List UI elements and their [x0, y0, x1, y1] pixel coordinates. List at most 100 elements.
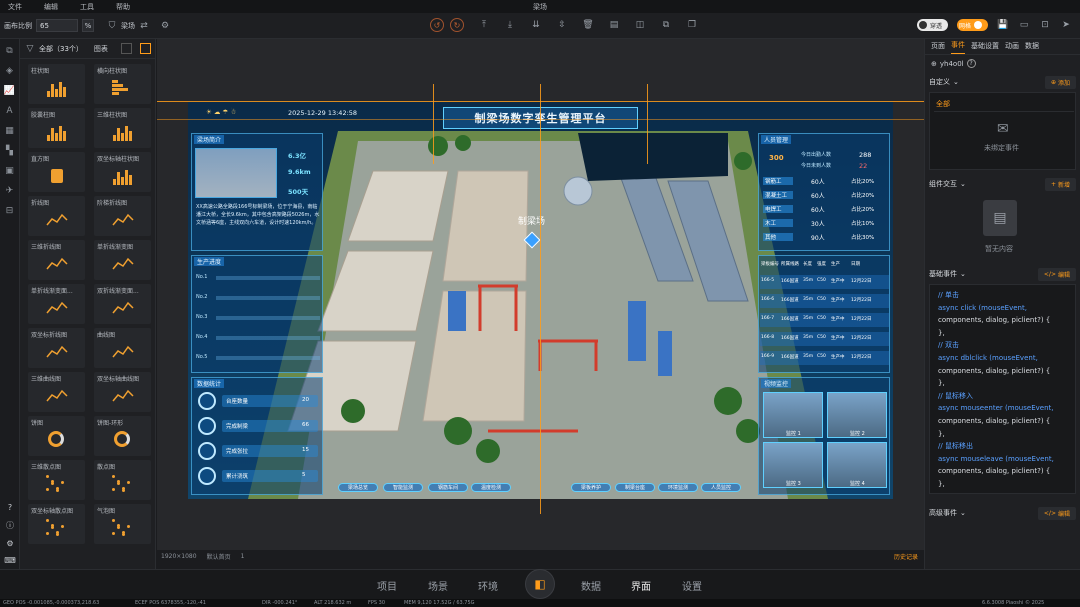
- grid-view-icon[interactable]: [140, 43, 151, 54]
- component-card[interactable]: 三维曲线图: [28, 372, 85, 412]
- component-filter[interactable]: 全部（33个）: [39, 44, 83, 54]
- save-icon[interactable]: 💾: [997, 19, 1009, 31]
- layers-icon[interactable]: ◈: [4, 65, 16, 77]
- layout-icon[interactable]: ▤: [608, 19, 620, 31]
- swap-icon[interactable]: ⇄: [138, 20, 150, 32]
- redo-icon[interactable]: ↻: [450, 18, 464, 32]
- cube-icon[interactable]: ◧: [525, 569, 555, 599]
- chevron-down-icon[interactable]: ⌄: [960, 180, 966, 188]
- component-card[interactable]: 阶梯折线图: [94, 196, 151, 236]
- dashboard-nav-button[interactable]: 温度检测: [471, 483, 511, 492]
- help-icon[interactable]: ?: [8, 503, 12, 512]
- component-card[interactable]: 直方图: [28, 152, 85, 192]
- dashboard-nav-button[interactable]: 环境监测: [658, 483, 698, 492]
- bottom-nav-item[interactable]: 数据: [581, 578, 601, 593]
- chevron-down-icon[interactable]: ⌄: [960, 270, 966, 278]
- camera-feed[interactable]: 监控 1: [763, 392, 823, 438]
- align-center-icon[interactable]: ⇊: [530, 19, 542, 31]
- component-card[interactable]: 气泡图: [94, 504, 151, 544]
- preview-icon[interactable]: ▭: [1018, 19, 1030, 31]
- component-card[interactable]: 三维散点图: [28, 460, 85, 500]
- component-card[interactable]: 双坐标折线图: [28, 328, 85, 368]
- dashboard-nav-button[interactable]: 钢筋车间: [428, 483, 468, 492]
- all-filter[interactable]: 全部: [936, 99, 950, 109]
- plane-icon[interactable]: ✈: [4, 185, 16, 197]
- chevron-down-icon[interactable]: ⌄: [953, 78, 959, 86]
- grid-toggle[interactable]: 网格: [956, 19, 988, 31]
- canvas[interactable]: ☀ ☁ ☂ ☃ 2025-12-29 13:42:58 制梁场数字孪生管理平台 …: [157, 39, 924, 550]
- component-card[interactable]: 横向柱状图: [94, 64, 151, 104]
- custom-label[interactable]: 自定义: [929, 77, 950, 87]
- table-icon[interactable]: ▦: [4, 125, 16, 137]
- menu-file[interactable]: 文件: [8, 2, 22, 12]
- add-event-button[interactable]: ⊕ 添加: [1044, 75, 1076, 89]
- chart-icon[interactable]: 📈: [4, 85, 16, 97]
- component-card[interactable]: 三维柱状图: [94, 108, 151, 148]
- scene-selector[interactable]: ⛉ 梁场 ⇄ ⚙: [106, 20, 171, 32]
- help-icon[interactable]: ?: [966, 59, 976, 68]
- map-icon[interactable]: ▚: [4, 145, 16, 157]
- settings-icon[interactable]: ⚙: [159, 20, 171, 32]
- properties-tab[interactable]: 基础设置: [971, 41, 999, 54]
- align-top-icon[interactable]: ⤒: [478, 19, 490, 31]
- base-events-label[interactable]: 基础事件: [929, 269, 957, 279]
- history-button[interactable]: 历史记录: [894, 552, 918, 561]
- chevron-down-icon[interactable]: ⌄: [960, 509, 966, 517]
- edit-base-button[interactable]: </> 编辑: [1037, 267, 1076, 281]
- bottom-nav-item[interactable]: 项目: [377, 578, 397, 593]
- component-card[interactable]: 单折线渐变图: [94, 240, 151, 280]
- dashboard-nav-button[interactable]: 智能监测: [383, 483, 423, 492]
- component-card[interactable]: 双坐标轴柱状图: [94, 152, 151, 192]
- device-icon[interactable]: ⊡: [1039, 19, 1051, 31]
- undo-icon[interactable]: ↺: [430, 18, 444, 32]
- text-icon[interactable]: A: [4, 105, 16, 117]
- base-events-code[interactable]: // 单击 async click (mouseEvent, components,…: [929, 284, 1076, 494]
- media-icon[interactable]: ▣: [4, 165, 16, 177]
- keyboard-icon[interactable]: ⌨: [4, 556, 16, 565]
- component-card[interactable]: 双坐标轴散点图: [28, 504, 85, 544]
- bottom-nav-item[interactable]: 场景: [428, 578, 448, 593]
- bottom-nav-item[interactable]: 设置: [682, 578, 702, 593]
- component-card[interactable]: 双折线渐变面...: [94, 284, 151, 324]
- info-icon[interactable]: ⓘ: [6, 520, 14, 531]
- component-card[interactable]: 散点图: [94, 460, 151, 500]
- component-card[interactable]: 饼图: [28, 416, 85, 456]
- menu-help[interactable]: 帮助: [116, 2, 130, 12]
- penetrate-toggle[interactable]: 穿透: [916, 19, 948, 31]
- interaction-label[interactable]: 组件交互: [929, 179, 957, 189]
- component-card[interactable]: 胶囊柱图: [28, 108, 85, 148]
- properties-tab[interactable]: 页面: [931, 41, 945, 54]
- menu-edit[interactable]: 编辑: [44, 2, 58, 12]
- menu-tools[interactable]: 工具: [80, 2, 94, 12]
- ungroup-icon[interactable]: ⧉: [660, 19, 672, 31]
- properties-tab[interactable]: 事件: [951, 40, 965, 54]
- edit-advanced-button[interactable]: </> 编辑: [1037, 506, 1076, 520]
- bottom-nav-item[interactable]: 界面: [631, 578, 651, 593]
- camera-feed[interactable]: 监控 4: [827, 442, 887, 488]
- delete-icon[interactable]: 🗑: [582, 19, 594, 31]
- component-card[interactable]: 柱状图: [28, 64, 85, 104]
- properties-tab[interactable]: 动画: [1005, 41, 1019, 54]
- dashboard-nav-button[interactable]: 梁场总览: [338, 483, 378, 492]
- component-card[interactable]: 单折线渐变面...: [28, 284, 85, 324]
- new-interaction-button[interactable]: + 新增: [1044, 177, 1076, 191]
- camera-feed[interactable]: 监控 3: [763, 442, 823, 488]
- dashboard-nav-button[interactable]: 人员监控: [701, 483, 741, 492]
- component-card[interactable]: 折线图: [28, 196, 85, 236]
- dashboard-nav-button[interactable]: 梁板养护: [571, 483, 611, 492]
- dashboard-nav-button[interactable]: 制梁台座: [615, 483, 655, 492]
- device-icon[interactable]: ⊟: [4, 205, 16, 217]
- component-card[interactable]: 曲线图: [94, 328, 151, 368]
- current-page[interactable]: 默认首页: [207, 552, 231, 561]
- zoom-input[interactable]: [36, 19, 78, 32]
- group-icon[interactable]: ◫: [634, 19, 646, 31]
- advanced-label[interactable]: 高级事件: [929, 508, 957, 518]
- gear-icon[interactable]: ⚙: [6, 539, 13, 548]
- list-view-icon[interactable]: [121, 43, 132, 54]
- camera-feed[interactable]: 监控 2: [827, 392, 887, 438]
- component-card[interactable]: 饼图-环形: [94, 416, 151, 456]
- align-bottom-icon[interactable]: ⤓: [504, 19, 516, 31]
- copy-icon[interactable]: ❐: [686, 19, 698, 31]
- publish-icon[interactable]: ➤: [1060, 19, 1072, 31]
- copy-icon[interactable]: ⧉: [4, 45, 16, 57]
